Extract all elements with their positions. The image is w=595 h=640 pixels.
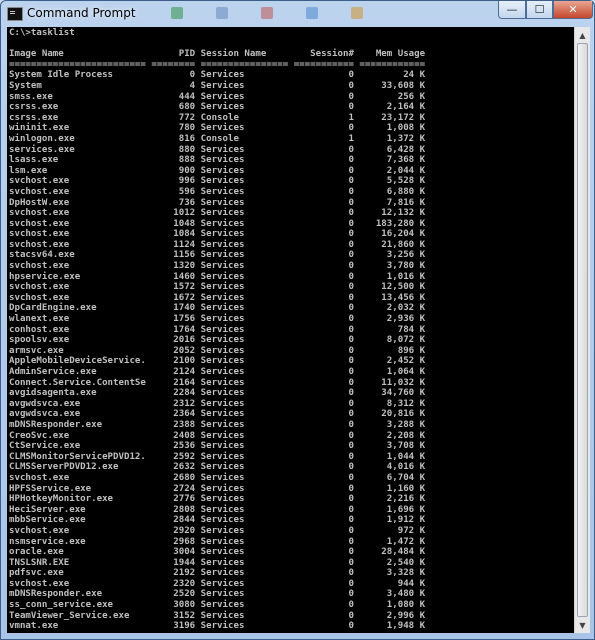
console-line: armsvc.exe 2052 Services 0 896 K	[9, 345, 426, 356]
maximize-button[interactable]: ☐	[526, 1, 553, 19]
console-area[interactable]: C:\>tasklist Image Name PID Session Name …	[7, 27, 574, 633]
title-bar[interactable]: Command Prompt — ☐ ✕	[1, 1, 594, 27]
taskbar-glyph-icon	[351, 7, 363, 19]
console-line: avgidsagenta.exe 2284 Services 0 34,760 …	[9, 388, 426, 399]
console-line: ========================= ======== =====…	[9, 59, 426, 70]
console-line: mbbService.exe 2844 Services 0 1,912 K	[9, 515, 426, 526]
console-line: Connect.Service.ContentSe 2164 Services …	[9, 377, 426, 388]
console-line: vmnat.exe 3196 Services 0 1,948 K	[9, 621, 426, 632]
console-line: Image Name PID Session Name Session# Mem…	[9, 49, 426, 60]
console-line: HeciServer.exe 2808 Services 0 1,696 K	[9, 504, 426, 515]
console-line: svchost.exe 1672 Services 0 13,456 K	[9, 292, 426, 303]
console-line: svchost.exe 1012 Services 0 12,132 K	[9, 208, 426, 219]
console-line: svchost.exe 996 Services 0 5,528 K	[9, 176, 426, 187]
console-line: wininit.exe 780 Services 0 1,008 K	[9, 123, 426, 134]
console-line: TeamViewer_Service.exe 3152 Services 0 2…	[9, 610, 426, 621]
console-line: stacsv64.exe 1156 Services 0 3,256 K	[9, 250, 426, 261]
console-line: oracle.exe 3004 Services 0 28,484 K	[9, 547, 426, 558]
scroll-thumb[interactable]	[577, 43, 588, 617]
console-line: svchost.exe 1048 Services 0 183,280 K	[9, 218, 426, 229]
taskbar-glyph-icon	[216, 7, 228, 19]
window-title: Command Prompt	[27, 6, 136, 20]
minimize-icon: —	[506, 3, 518, 16]
console-line: svchost.exe 2680 Services 0 6,704 K	[9, 472, 426, 483]
console-line: csrss.exe 772 Console 1 23,172 K	[9, 112, 426, 123]
console-line: HPFSService.exe 2724 Services 0 1,160 K	[9, 483, 426, 494]
console-line: mDNSResponder.exe 2388 Services 0 3,288 …	[9, 419, 426, 430]
console-line: lsm.exe 900 Services 0 2,044 K	[9, 165, 426, 176]
console-line: svchost.exe 1572 Services 0 12,500 K	[9, 282, 426, 293]
console-line: svchost.exe 1320 Services 0 3,780 K	[9, 261, 426, 272]
console-line: CLMSMonitorServicePDVD12. 2592 Services …	[9, 451, 426, 462]
console-icon[interactable]	[7, 7, 23, 21]
console-line: svchost.exe 2320 Services 0 944 K	[9, 578, 426, 589]
scroll-up-button[interactable]: ▲	[575, 27, 590, 43]
console-line: ss_conn_service.exe 3080 Services 0 1,08…	[9, 600, 426, 611]
console-line: services.exe 880 Services 0 6,428 K	[9, 144, 426, 155]
console-line: csrss.exe 680 Services 0 2,164 K	[9, 102, 426, 113]
console-line: wlanext.exe 1756 Services 0 2,936 K	[9, 314, 426, 325]
console-line: TNSLSNR.EXE 1944 Services 0 2,540 K	[9, 557, 426, 568]
console-line: avgwdsvca.exe 2312 Services 0 8,312 K	[9, 398, 426, 409]
console-line: smss.exe 444 Services 0 256 K	[9, 91, 426, 102]
console-line: spoolsv.exe 2016 Services 0 8,072 K	[9, 335, 426, 346]
console-line: pdfsvc.exe 2192 Services 0 3,328 K	[9, 568, 426, 579]
console-line: svchost.exe 596 Services 0 6,880 K	[9, 186, 426, 197]
console-line: winlogon.exe 816 Console 1 1,372 K	[9, 133, 426, 144]
console-line: lsass.exe 888 Services 0 7,368 K	[9, 155, 426, 166]
maximize-icon: ☐	[534, 3, 545, 16]
console-line: CtService.exe 2536 Services 0 3,708 K	[9, 441, 426, 452]
console-line: conhost.exe 1764 Services 0 784 K	[9, 324, 426, 335]
arrow-down-icon: ▼	[579, 620, 586, 630]
console-output: C:\>tasklist Image Name PID Session Name …	[9, 28, 425, 632]
arrow-up-icon: ▲	[579, 30, 586, 40]
console-line: DpCardEngine.exe 1740 Services 0 2,032 K	[9, 303, 426, 314]
taskbar-glyph-icon	[306, 7, 318, 19]
console-line: DpHostW.exe 736 Services 0 7,816 K	[9, 197, 426, 208]
console-line: hpservice.exe 1460 Services 0 1,016 K	[9, 271, 426, 282]
console-line: AdminService.exe 2124 Services 0 1,064 K	[9, 367, 426, 377]
console-line: nsmservice.exe 2968 Services 0 1,472 K	[9, 536, 426, 547]
console-line: C:\>tasklist	[9, 28, 75, 38]
console-line: mDNSResponder.exe 2520 Services 0 3,480 …	[9, 589, 426, 600]
scroll-down-button[interactable]: ▼	[575, 617, 590, 633]
console-line: CreoSvc.exe 2408 Services 0 2,208 K	[9, 430, 426, 441]
console-line: svchost.exe 1124 Services 0 21,860 K	[9, 239, 426, 250]
close-button[interactable]: ✕	[553, 1, 593, 19]
taskbar-glyph-icon	[171, 7, 183, 19]
minimize-button[interactable]: —	[498, 1, 526, 19]
console-line: System 4 Services 0 33,608 K	[9, 80, 426, 91]
console-line: avgwdsvca.exe 2364 Services 0 20,816 K	[9, 409, 426, 420]
console-line: HPHotkeyMonitor.exe 2776 Services 0 2,21…	[9, 494, 426, 505]
console-line: AppleMobileDeviceService. 2100 Services …	[9, 356, 426, 367]
vertical-scrollbar[interactable]: ▲ ▼	[574, 27, 590, 633]
console-line: svchost.exe 1084 Services 0 16,204 K	[9, 229, 426, 240]
command-prompt-window: Command Prompt — ☐ ✕ C:\>tasklist Image N…	[0, 0, 595, 640]
console-line: svchost.exe 2920 Services 0 972 K	[9, 525, 426, 536]
console-line: System Idle Process 0 Services 0 24 K	[9, 70, 426, 81]
taskbar-glyph-icon	[261, 7, 273, 19]
close-icon: ✕	[568, 3, 578, 16]
console-line: CLMSServerPDVD12.exe 2632 Services 0 4,0…	[9, 462, 426, 473]
